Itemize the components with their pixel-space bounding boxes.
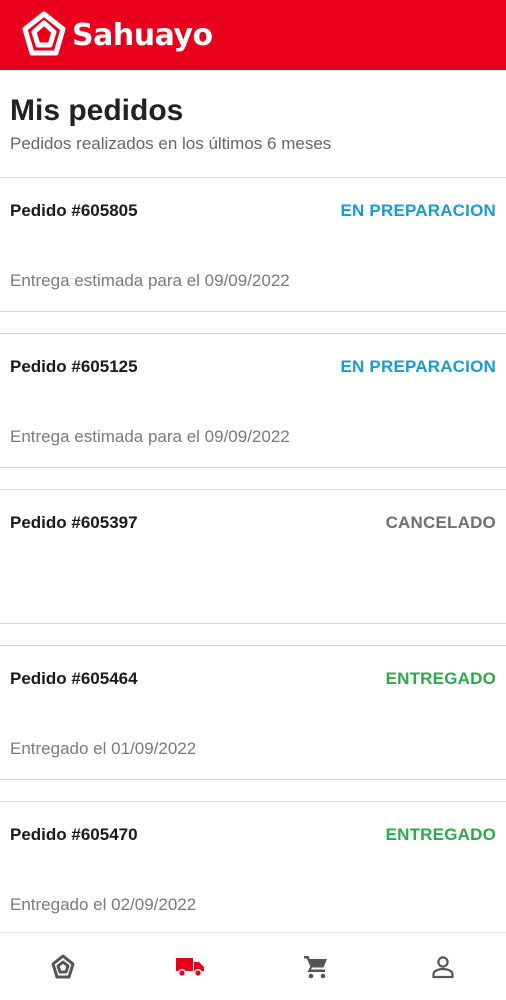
order-status-badge: EN PREPARACION (340, 357, 496, 376)
truck-icon (175, 957, 204, 977)
order-id: Pedido #605397 (10, 513, 138, 532)
page-header: Mis pedidos Pedidos realizados en los úl… (10, 92, 500, 154)
order-card[interactable]: Pedido #605125 EN PREPARACION Entrega es… (0, 333, 506, 468)
order-id: Pedido #605464 (10, 669, 138, 688)
nav-profile[interactable] (380, 933, 506, 1000)
nav-orders[interactable] (127, 933, 254, 1000)
cart-icon (304, 955, 328, 978)
order-id: Pedido #605125 (10, 357, 138, 376)
bottom-navigation (0, 932, 506, 1000)
sahuayo-logo-icon (51, 954, 75, 978)
order-status-badge: ENTREGADO (385, 825, 496, 844)
profile-icon (432, 955, 454, 978)
order-delivery-note: Entrega estimada para el 09/09/2022 (10, 271, 290, 290)
order-card[interactable]: Pedido #605464 ENTREGADO Entregado el 01… (0, 645, 506, 780)
order-status-badge: EN PREPARACION (340, 201, 496, 220)
page-title: Mis pedidos (10, 94, 184, 127)
nav-cart[interactable] (253, 933, 380, 1000)
order-card[interactable]: Pedido #605397 CANCELADO (0, 489, 506, 624)
brand-name: Sahuayo (72, 17, 213, 53)
page-subtitle: Pedidos realizados en los últimos 6 mese… (10, 134, 332, 153)
orders-list: Pedido #605805 EN PREPARACION Entrega es… (0, 177, 506, 957)
order-id: Pedido #605470 (10, 825, 138, 844)
order-card[interactable]: Pedido #605470 ENTREGADO Entregado el 02… (0, 801, 506, 936)
order-delivery-note: Entregado el 02/09/2022 (10, 895, 197, 914)
order-delivery-note: Entrega estimada para el 09/09/2022 (10, 427, 290, 446)
brand-logo[interactable]: Sahuayo (18, 9, 213, 61)
nav-home[interactable] (0, 933, 127, 1000)
app-header: Sahuayo (0, 0, 506, 70)
order-id: Pedido #605805 (10, 201, 138, 220)
sahuayo-logo-icon (22, 11, 66, 56)
order-card[interactable]: Pedido #605805 EN PREPARACION Entrega es… (0, 177, 506, 312)
order-status-badge: CANCELADO (385, 513, 496, 532)
order-delivery-note: Entregado el 01/09/2022 (10, 739, 197, 758)
order-status-badge: ENTREGADO (385, 669, 496, 688)
